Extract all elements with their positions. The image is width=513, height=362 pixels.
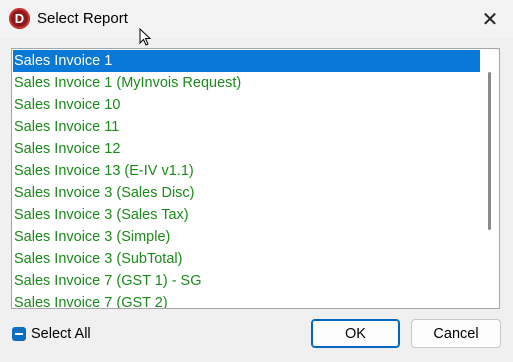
list-item[interactable]: Sales Invoice 3 (Sales Tax) (13, 204, 480, 226)
scrollbar-thumb[interactable] (488, 72, 491, 230)
list-item[interactable]: Sales Invoice 7 (GST 2) (13, 292, 480, 308)
list-item[interactable]: Sales Invoice 1 (13, 50, 480, 72)
window-title: Select Report (37, 10, 128, 27)
list-item[interactable]: Sales Invoice 13 (E-IV v1.1) (13, 160, 480, 182)
list-item[interactable]: Sales Invoice 1 (MyInvois Request) (13, 72, 480, 94)
mouse-cursor-icon (139, 28, 152, 46)
indeterminate-checkbox-icon[interactable] (12, 327, 26, 341)
vertical-scrollbar[interactable] (480, 50, 498, 307)
app-logo-icon: D (9, 8, 30, 29)
list-item[interactable]: Sales Invoice 3 (Sales Disc) (13, 182, 480, 204)
ok-button[interactable]: OK (311, 319, 400, 348)
title-bar: D Select Report ✕ (0, 0, 513, 38)
cancel-button[interactable]: Cancel (411, 319, 501, 348)
report-list[interactable]: Sales Invoice 1 Sales Invoice 1 (MyInvoi… (11, 48, 500, 309)
dash-icon (15, 333, 23, 335)
close-button[interactable]: ✕ (467, 0, 513, 38)
select-all-checkbox[interactable]: Select All (12, 324, 91, 344)
list-item[interactable]: Sales Invoice 10 (13, 94, 480, 116)
list-item[interactable]: Sales Invoice 12 (13, 138, 480, 160)
list-item[interactable]: Sales Invoice 3 (Simple) (13, 226, 480, 248)
list-item[interactable]: Sales Invoice 11 (13, 116, 480, 138)
list-item[interactable]: Sales Invoice 7 (GST 1) - SG (13, 270, 480, 292)
list-item[interactable]: Sales Invoice 3 (SubTotal) (13, 248, 480, 270)
select-all-label: Select All (31, 326, 91, 342)
close-icon: ✕ (481, 8, 499, 31)
